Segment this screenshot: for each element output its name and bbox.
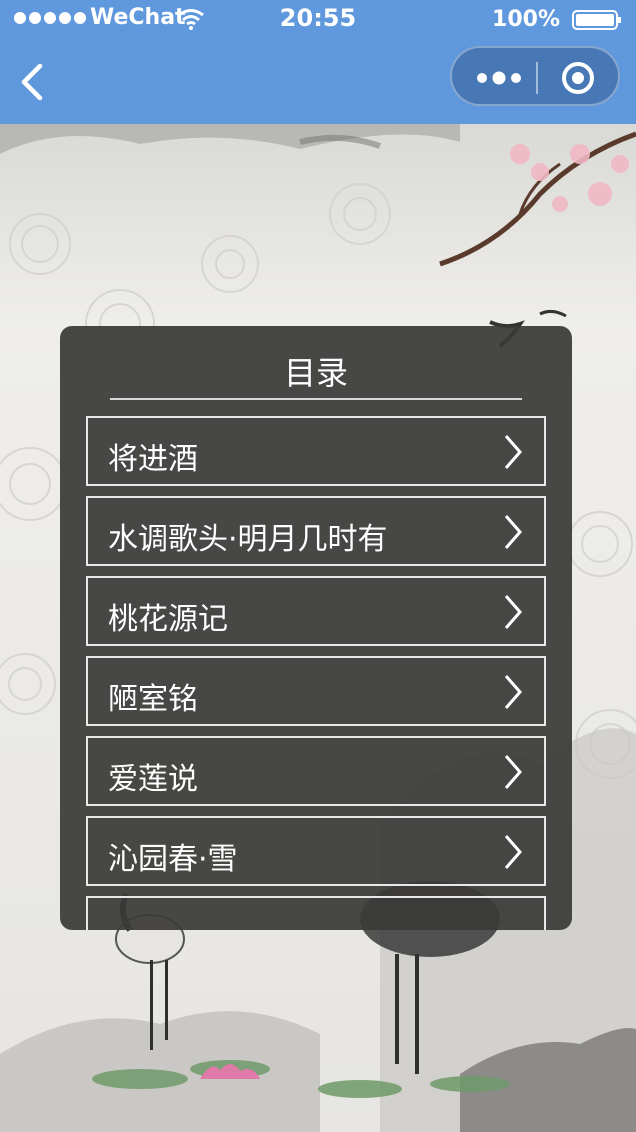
menu-item-qin-yuan-chun[interactable]: 沁园春·雪: [86, 816, 546, 886]
menu-item-label: 陋室铭: [108, 682, 198, 717]
mini-program-capsule: [450, 46, 620, 106]
battery-icon: [572, 10, 621, 30]
menu-item-ai-lian-shuo[interactable]: 爱莲说: [86, 736, 546, 806]
menu-item-label: 桃花源记: [108, 602, 228, 637]
chevron-right-icon: [504, 755, 522, 789]
panel-title: 目录: [283, 354, 348, 392]
chevron-right-icon: [504, 435, 522, 469]
capsule-divider: [536, 62, 538, 94]
menu-item-tao-hua-yuan-ji[interactable]: 桃花源记: [86, 576, 546, 646]
menu-item-label: 沁园春·雪: [108, 842, 238, 877]
chevron-right-icon: [504, 515, 522, 549]
more-dots-icon[interactable]: [474, 66, 524, 90]
menu-item-label: 水调歌头·明月几时有: [108, 522, 388, 557]
menu-item-label: 爱莲说: [108, 762, 198, 797]
chevron-right-icon: [504, 835, 522, 869]
menu-item-jiang-jin-jiu[interactable]: 将进酒: [86, 416, 546, 486]
menu-item-shui-diao-ge-tou[interactable]: 水调歌头·明月几时有: [86, 496, 546, 566]
chevron-right-icon: [504, 595, 522, 629]
battery-percentage: 100%: [492, 7, 560, 32]
status-bar: WeChat 20:55 100%: [0, 0, 636, 40]
menu-item-partial[interactable]: [86, 896, 546, 930]
navigation-bar: WeChat 20:55 100%: [0, 0, 636, 124]
contents-panel: 目录 将进酒 水调歌头·明月几时有 桃花源记 陋室铭 爱莲说 沁园春·雪: [60, 326, 572, 930]
title-divider: [110, 398, 522, 400]
menu-item-lou-shi-ming[interactable]: 陋室铭: [86, 656, 546, 726]
chevron-right-icon: [504, 675, 522, 709]
close-circle-icon[interactable]: [560, 60, 596, 96]
back-chevron-icon[interactable]: [14, 60, 50, 104]
menu-item-label: 将进酒: [108, 442, 198, 477]
